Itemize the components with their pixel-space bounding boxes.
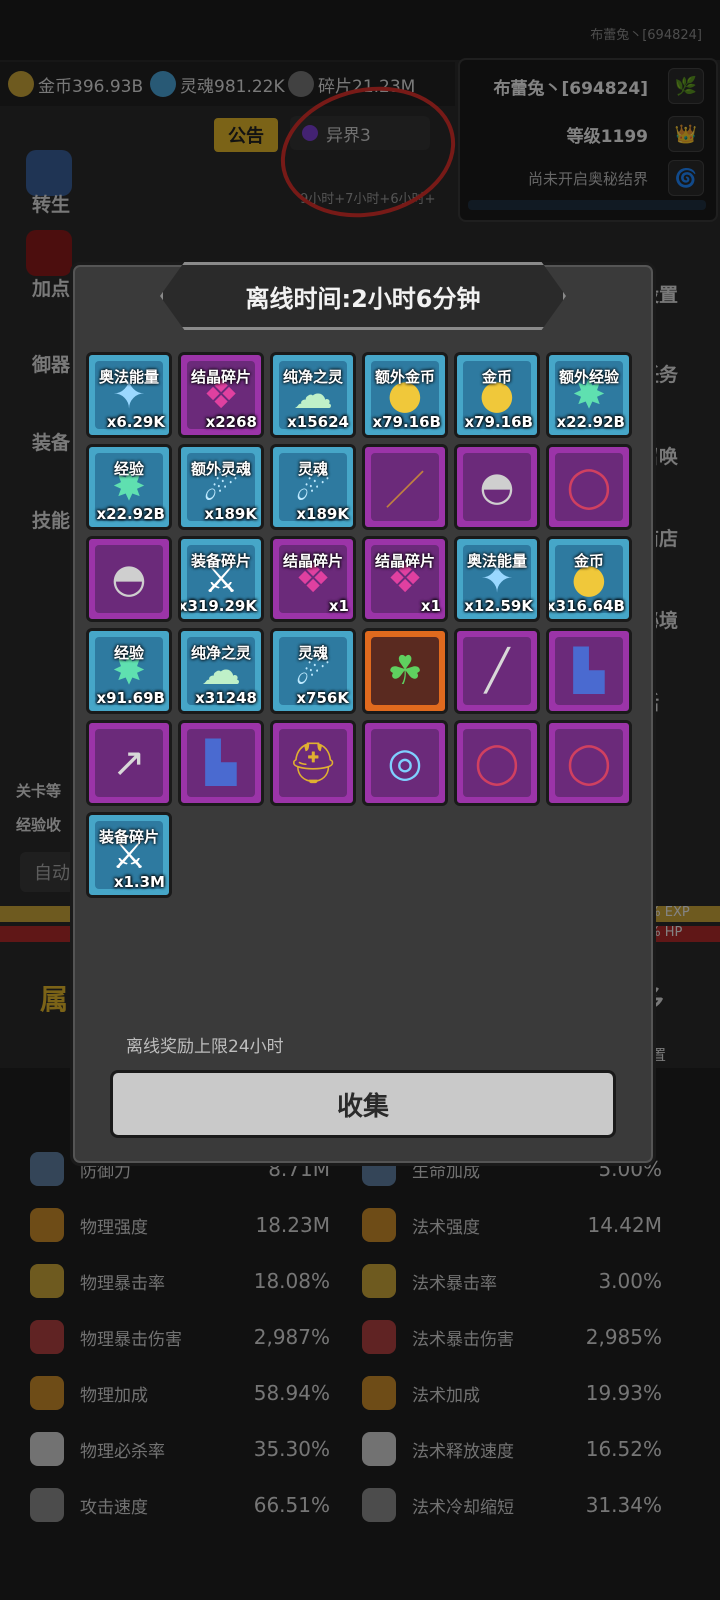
reward-item-name: 额外经验 [558,368,619,386]
bracelet-item-icon: ◎ [387,740,423,786]
reward-item[interactable]: ☄ 灵魂 x756K [270,628,356,714]
reward-item-quantity: x79.16B [464,413,533,431]
reward-item-quantity: x319.29K [178,597,257,615]
reward-item[interactable]: ☁ 纯净之灵 x15624 [270,352,356,438]
reward-item-quantity: x6.29K [106,413,165,431]
reward-item-quantity: x316.64B [546,597,625,615]
sword-item-icon: ╱ [484,648,510,694]
reward-item-quantity: x15624 [287,413,349,431]
reward-item-quantity: x12.59K [464,597,533,615]
reward-item[interactable]: ╱ [454,628,540,714]
reward-item-name: 灵魂 [297,644,328,662]
dialog-title-banner: 离线时间:2小时6分钟 [160,262,566,330]
reward-item-name: 额外灵魂 [190,460,251,478]
helmet-item-icon: ◓ [111,556,147,602]
reward-item[interactable]: ✸ 额外经验 x22.92B [546,352,632,438]
reward-item[interactable]: ／ [362,444,448,530]
reward-item[interactable]: ● 额外金币 x79.16B [362,352,448,438]
reward-item-name: 纯净之灵 [190,644,251,662]
reward-item[interactable]: ◯ [546,720,632,806]
reward-item[interactable]: ✸ 经验 x91.69B [86,628,172,714]
reward-item[interactable]: ▙ [546,628,632,714]
reward-item-name: 装备碎片 [98,828,159,846]
reward-item-quantity: x22.92B [556,413,625,431]
reward-item-quantity: x91.69B [96,689,165,707]
reward-item[interactable]: ◯ [454,720,540,806]
amulet-item-icon: ☘ [387,648,423,694]
reward-item[interactable]: ◯ [546,444,632,530]
staff-item-icon: ／ [385,468,425,514]
reward-item-name: 奥法能量 [466,552,527,570]
reward-item-quantity: x31248 [195,689,257,707]
necklace-item-icon: ◯ [474,740,520,786]
spartan-helmet-item-icon: ⛑ [287,740,339,787]
reward-item[interactable]: ✸ 经验 x22.92B [86,444,172,530]
reward-item[interactable]: ● 金币 x79.16B [454,352,540,438]
reward-item-quantity: x756K [296,689,349,707]
reward-item-name: 金币 [573,552,604,570]
reward-item[interactable]: ❖ 结晶碎片 x1 [362,536,448,622]
reward-item-quantity: x1 [328,597,349,615]
boots-item-icon: ▙ [205,740,237,786]
reward-item-name: 结晶碎片 [282,552,343,570]
reward-item[interactable]: ☄ 额外灵魂 x189K [178,444,264,530]
reward-item-name: 金币 [481,368,512,386]
reward-item[interactable]: ● 金币 x316.64B [546,536,632,622]
reward-item-quantity: x189K [296,505,349,523]
reward-item[interactable]: ◓ [454,444,540,530]
reward-item[interactable]: ❖ 结晶碎片 x2268 [178,352,264,438]
reward-item-name: 装备碎片 [190,552,251,570]
reward-grid: ✦ 奥法能量 x6.29K ❖ 结晶碎片 x2268 ☁ 纯净之灵 x15624 ● 额外金币 x79… [86,352,636,1030]
reward-item-quantity: x2268 [205,413,257,431]
reward-item[interactable]: ◎ [362,720,448,806]
reward-item-quantity: x22.92B [96,505,165,523]
reward-item[interactable]: ☄ 灵魂 x189K [270,444,356,530]
reward-item-name: 纯净之灵 [282,368,343,386]
reward-item[interactable]: ⚔ 装备碎片 x1.3M [86,812,172,898]
reward-item[interactable]: ☘ [362,628,448,714]
boots-item-icon: ▙ [573,648,605,694]
reward-item-quantity: x189K [204,505,257,523]
reward-item-name: 结晶碎片 [374,552,435,570]
reward-item[interactable]: ✦ 奥法能量 x12.59K [454,536,540,622]
reward-item[interactable]: ◓ [86,536,172,622]
reward-item-name: 经验 [113,644,144,662]
reward-item-quantity: x1 [420,597,441,615]
reward-item[interactable]: ⚔ 装备碎片 x319.29K [178,536,264,622]
reward-item-quantity: x1.3M [113,873,165,891]
reward-item[interactable]: ↗ [86,720,172,806]
reward-item-name: 结晶碎片 [190,368,251,386]
reward-item-name: 灵魂 [297,460,328,478]
offline-limit-note: 离线奖励上限24小时 [126,1037,284,1057]
reward-item-quantity: x79.16B [372,413,441,431]
helmet-item-icon: ◓ [479,464,515,510]
dialog-title: 离线时间:2小时6分钟 [245,284,481,313]
reward-item[interactable]: ⛑ [270,720,356,806]
necklace-item-icon: ◯ [566,464,612,510]
reward-item-name: 奥法能量 [98,368,159,386]
reward-item[interactable]: ✦ 奥法能量 x6.29K [86,352,172,438]
spear-item-icon: ↗ [112,740,146,786]
reward-item[interactable]: ☁ 纯净之灵 x31248 [178,628,264,714]
reward-item-name: 经验 [113,460,144,478]
reward-item-name: 额外金币 [374,368,435,386]
reward-item[interactable]: ❖ 结晶碎片 x1 [270,536,356,622]
reward-item[interactable]: ▙ [178,720,264,806]
collect-button[interactable]: 收集 [110,1070,616,1138]
necklace-item-icon: ◯ [566,740,612,786]
